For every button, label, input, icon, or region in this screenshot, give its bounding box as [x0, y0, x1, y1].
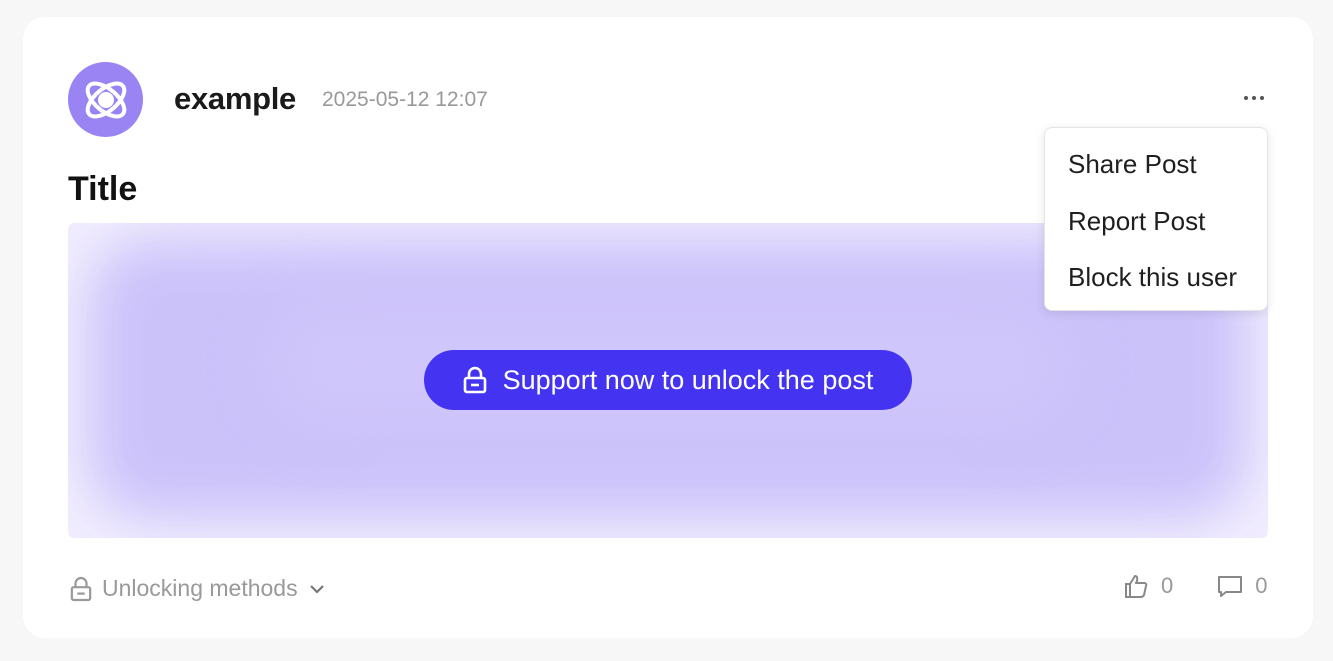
post-options-menu: Share Post Report Post Block this user — [1044, 127, 1268, 311]
unlock-button-label: Support now to unlock the post — [502, 364, 874, 395]
more-dot — [1252, 96, 1256, 100]
post-title: Title — [68, 170, 138, 208]
chevron-down-icon — [309, 584, 324, 594]
unlock-post-button[interactable]: Support now to unlock the post — [424, 350, 912, 410]
like-button[interactable]: 0 — [1123, 573, 1173, 599]
unlocking-methods-toggle[interactable]: Unlocking methods — [70, 575, 326, 602]
comment-count: 0 — [1255, 573, 1268, 598]
thumbs-up-icon — [1125, 575, 1148, 598]
post-stats: 0 0 — [1123, 573, 1268, 599]
like-count: 0 — [1161, 573, 1174, 598]
menu-item-share-post[interactable]: Share Post — [1045, 142, 1267, 199]
lock-icon — [463, 366, 486, 394]
author-avatar[interactable] — [68, 62, 143, 137]
post-timestamp: 2025-05-12 12:07 — [322, 88, 488, 111]
more-options-button[interactable] — [1239, 87, 1269, 109]
post-card: example 2025-05-12 12:07 Title Support n… — [23, 17, 1313, 638]
comment-icon — [1218, 576, 1243, 597]
lock-icon — [70, 576, 92, 601]
comment-button[interactable]: 0 — [1217, 573, 1268, 599]
more-dots-icon — [1244, 96, 1248, 100]
menu-item-report-post[interactable]: Report Post — [1045, 199, 1267, 256]
more-dot — [1260, 96, 1264, 100]
atom-icon — [85, 81, 126, 118]
unlocking-methods-label: Unlocking methods — [102, 575, 298, 601]
menu-item-block-user[interactable]: Block this user — [1045, 255, 1267, 312]
author-name[interactable]: example — [174, 81, 296, 117]
